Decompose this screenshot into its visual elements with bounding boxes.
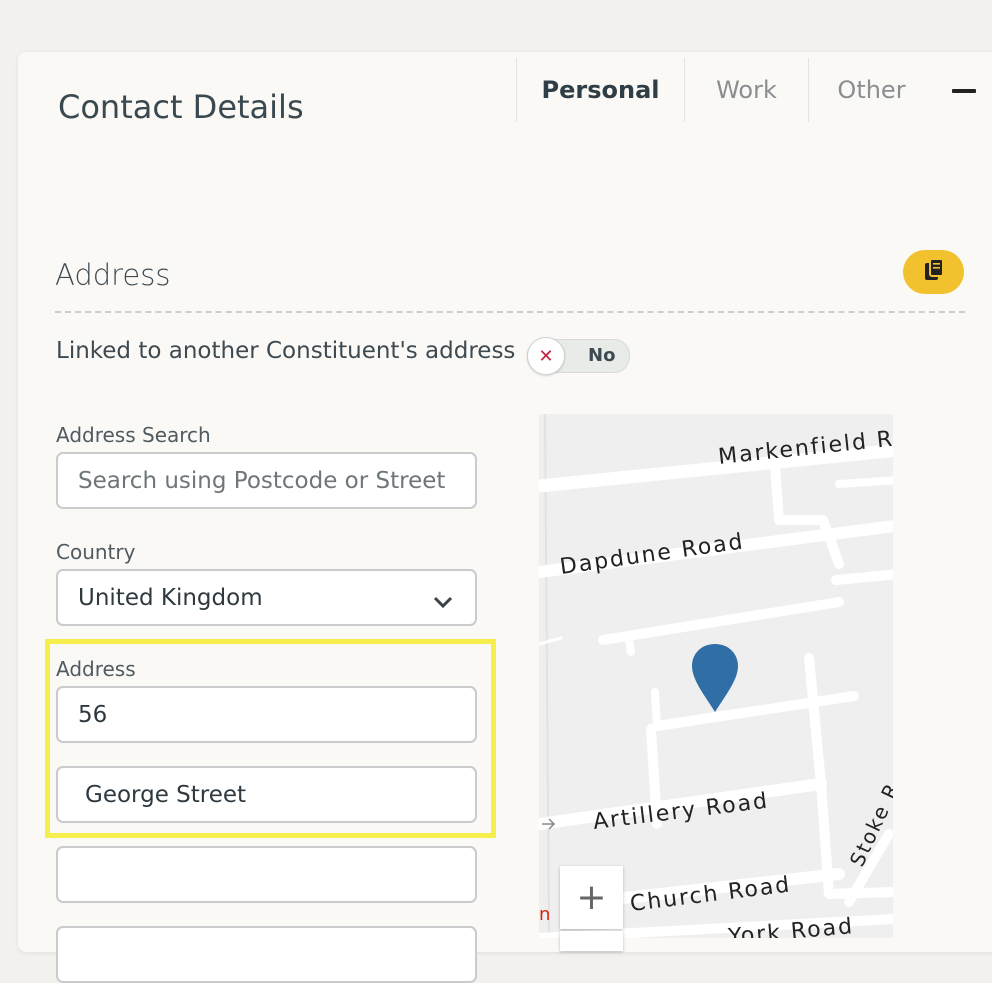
address-line2-input[interactable]: George Street — [56, 766, 477, 823]
map-edge-label: n — [539, 904, 550, 925]
road-label-york: York Road — [726, 914, 855, 938]
road-label-dapdune: Dapdune Road — [558, 529, 746, 580]
linked-address-label: Linked to another Constituent's address — [56, 338, 516, 364]
country-label: Country — [56, 540, 136, 564]
address-label: Address — [56, 657, 136, 681]
country-select[interactable]: United Kingdom — [56, 569, 477, 626]
section-divider — [55, 311, 965, 313]
address-line3-input[interactable] — [56, 846, 477, 903]
close-icon: ✕ — [527, 337, 565, 375]
address-line1-input[interactable]: 56 — [56, 686, 477, 743]
address-section-title: Address — [55, 258, 171, 292]
road-label-artillery: Artillery Road — [592, 789, 771, 835]
address-search-label: Address Search — [56, 423, 211, 447]
tab-work[interactable]: Work — [685, 58, 808, 122]
country-value: United Kingdom — [78, 584, 263, 611]
address-search-input[interactable]: Search using Postcode or Street — [56, 452, 477, 509]
linked-address-toggle[interactable]: ✕ No — [527, 337, 630, 375]
tab-other[interactable]: Other — [809, 58, 934, 122]
zoom-out-button[interactable] — [560, 931, 623, 951]
page-title: Contact Details — [58, 88, 304, 126]
minimize-button[interactable] — [952, 89, 976, 93]
copy-address-button[interactable] — [903, 250, 964, 294]
toggle-state-label: No — [588, 345, 616, 366]
tab-personal[interactable]: Personal — [517, 58, 684, 122]
address-map[interactable]: Markenfield Ro Dapdune Road Artillery Ro… — [539, 414, 893, 938]
map-canvas: Markenfield Ro Dapdune Road Artillery Ro… — [539, 414, 893, 938]
copy-icon — [923, 258, 945, 286]
road-label-church: Church Road — [629, 872, 793, 917]
chevron-down-icon — [433, 589, 453, 615]
road-label-stoke: Stoke R — [845, 778, 893, 870]
location-marker-icon — [692, 644, 738, 712]
address-line4-input[interactable] — [56, 926, 477, 983]
zoom-in-button[interactable]: + — [560, 866, 623, 929]
